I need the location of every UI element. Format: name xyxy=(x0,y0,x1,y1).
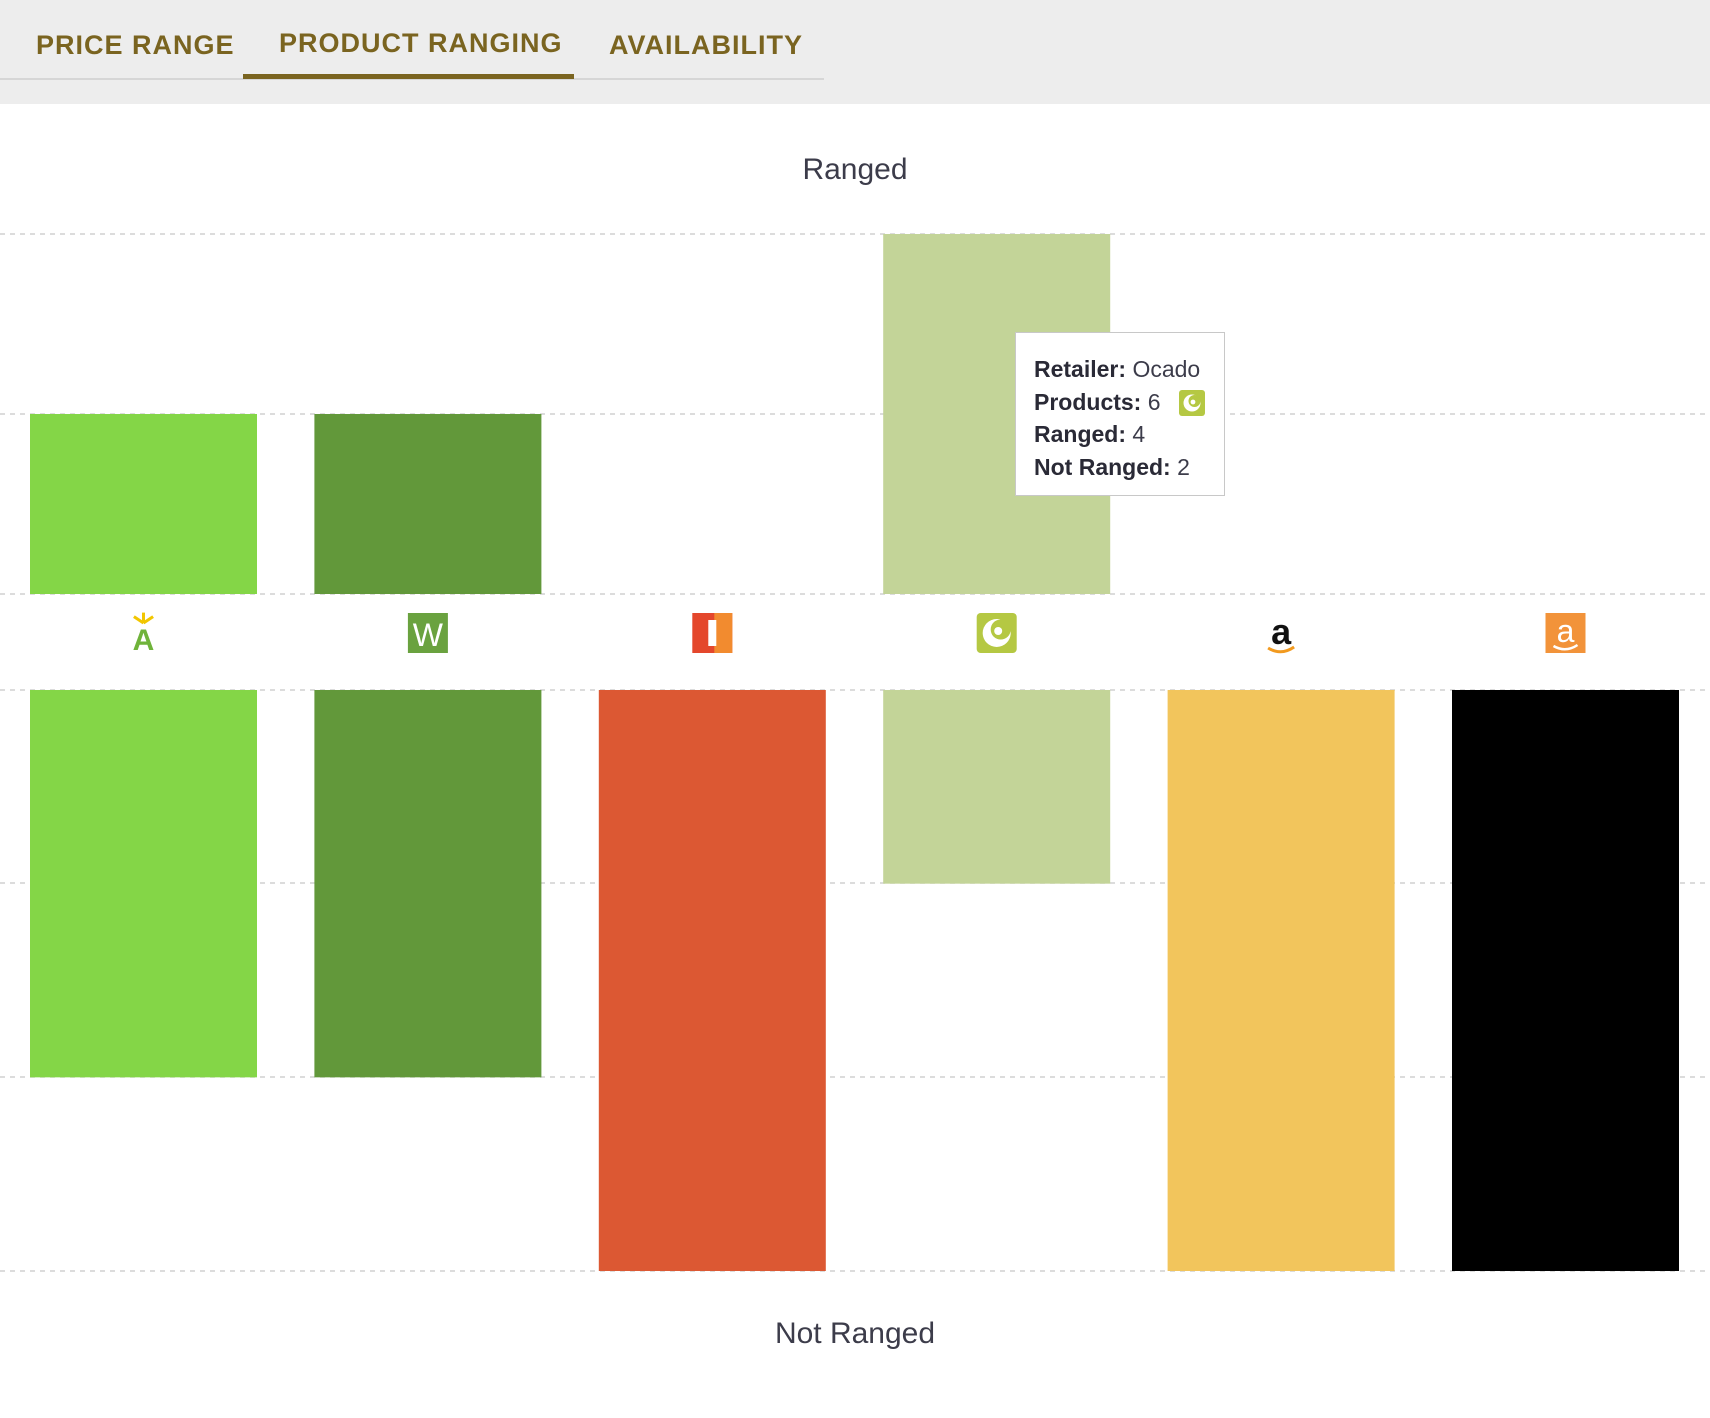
product-ranging-chart: A Wa a xyxy=(0,233,1710,1272)
svg-text:a: a xyxy=(1271,611,1292,652)
tooltip-products-label: Products: xyxy=(1034,388,1142,415)
tooltip-products-value: 6 xyxy=(1147,388,1161,415)
bar-not-ranged-amazon-fresh xyxy=(1452,690,1679,1271)
tooltip-retailer-label: Retailer: xyxy=(1034,356,1127,382)
tab-availability[interactable]: AVAILABILITY xyxy=(609,30,803,61)
bar-ranged-asda xyxy=(30,414,257,594)
svg-text:W: W xyxy=(413,617,444,653)
svg-text:A: A xyxy=(133,624,155,657)
bar-not-ranged-iceland xyxy=(598,690,826,1271)
bar-not-ranged-asda xyxy=(30,690,257,1078)
bar-not-ranged-ocado xyxy=(883,690,1111,884)
tab-price-range[interactable]: PRICE RANGE xyxy=(36,30,235,61)
tooltip-not-ranged-label: Not Ranged: xyxy=(1034,453,1171,480)
tab-product-ranging[interactable]: PRODUCT RANGING xyxy=(279,28,563,59)
iceland-icon xyxy=(692,613,733,653)
svg-text:a: a xyxy=(1557,613,1575,649)
active-tab-indicator xyxy=(243,74,574,79)
asda-icon: A xyxy=(133,612,155,657)
tooltip-retailer-value: Ocado xyxy=(1132,356,1201,382)
tab-bar: PRICE RANGE PRODUCT RANGING AVAILABILITY xyxy=(0,0,1710,104)
waitrose-icon: W xyxy=(407,613,448,653)
bar-not-ranged-waitrose xyxy=(314,690,542,1078)
amazon-icon: a xyxy=(1267,611,1295,654)
tooltip-not-ranged-value: 2 xyxy=(1177,453,1190,480)
bar-not-ranged-amazon xyxy=(1167,690,1395,1271)
bar-ranged-waitrose xyxy=(314,414,542,594)
amazon-fresh-icon: a xyxy=(1545,613,1586,653)
tooltip-ranged-value: 4 xyxy=(1132,421,1146,447)
tooltip-ranged-label: Ranged: xyxy=(1034,421,1126,447)
chart-tooltip: Retailer: Ocado Products: 6 Ranged: 4 No… xyxy=(1015,332,1225,496)
ocado-icon xyxy=(976,613,1017,653)
ocado-icon xyxy=(1178,390,1205,417)
